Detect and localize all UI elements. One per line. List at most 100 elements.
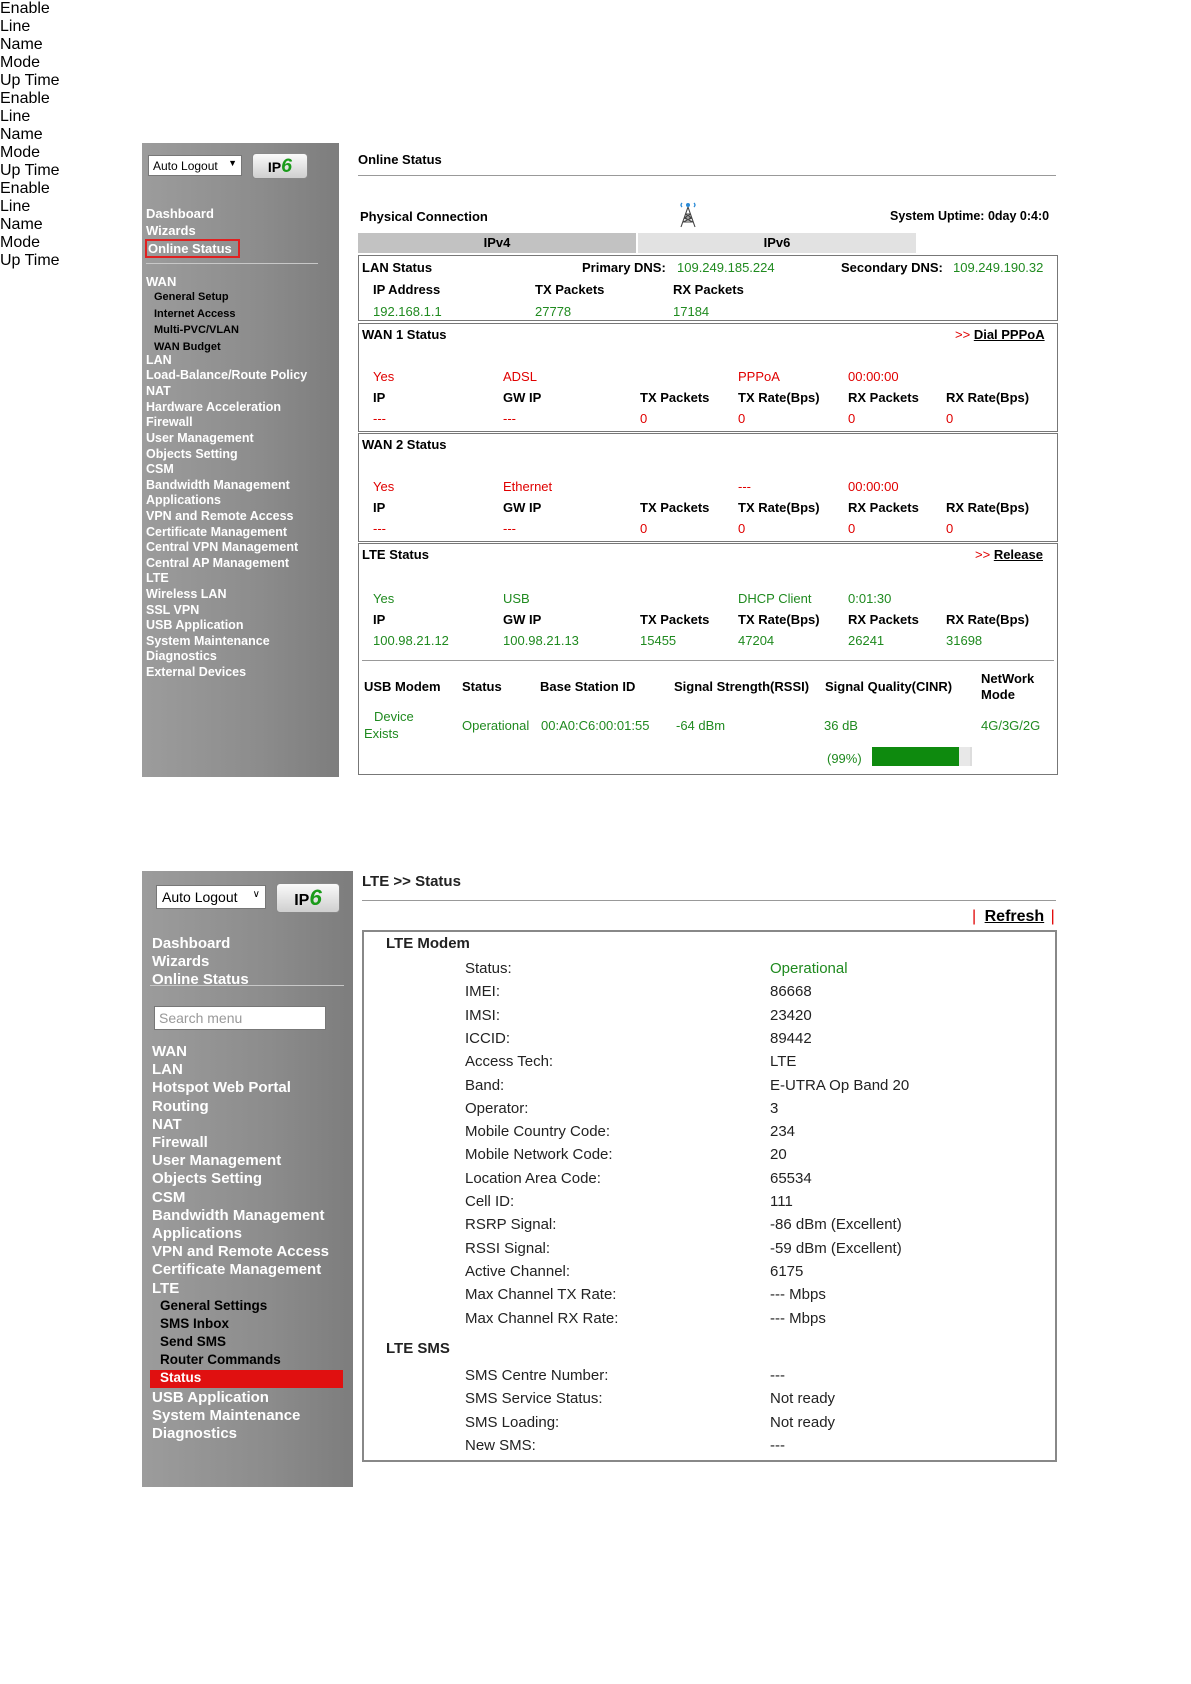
- modem-row-value: 6175: [770, 1262, 804, 1280]
- wan2-value-enable: Yes: [373, 479, 395, 494]
- menu-usb-application[interactable]: USB Application: [152, 1389, 269, 1406]
- menu-wan-multi-pvc[interactable]: Multi-PVC/VLAN: [154, 324, 239, 336]
- menu-central-ap-management[interactable]: Central AP Management: [146, 556, 289, 570]
- menu-lan[interactable]: LAN: [146, 353, 172, 367]
- lte-action-label: Release: [993, 547, 1043, 562]
- menu-hardware-acceleration[interactable]: Hardware Acceleration: [146, 400, 281, 414]
- wan1-value-gw-ip: ---: [503, 411, 516, 426]
- menu-bandwidth-management[interactable]: Bandwidth Management: [146, 478, 290, 492]
- menu-wan-general-setup[interactable]: General Setup: [154, 291, 229, 303]
- lte-header-tx-packets: TX Packets: [640, 612, 710, 627]
- wan1-header-mode: Mode: [0, 54, 41, 71]
- tab-ipv6[interactable]: IPv6: [638, 233, 916, 253]
- menu-diagnostics[interactable]: Diagnostics: [146, 649, 217, 663]
- wan2-value-rx-rate-bps: 0: [946, 521, 954, 536]
- menu-bandwidth-management[interactable]: Bandwidth Management: [152, 1207, 325, 1224]
- menu-applications[interactable]: Applications: [152, 1225, 242, 1242]
- refresh-link[interactable]: | Refresh |: [972, 908, 1055, 926]
- menu-user-management[interactable]: User Management: [146, 431, 254, 445]
- menu-objects-setting[interactable]: Objects Setting: [146, 447, 238, 461]
- wan1-value-line: ADSL: [503, 369, 537, 384]
- auto-logout-label: Auto Logout: [153, 159, 218, 173]
- menu-usb-application[interactable]: USB Application: [146, 618, 243, 632]
- lte-release-link[interactable]: >> Release: [975, 547, 1043, 562]
- menu-lte-router-commands[interactable]: Router Commands: [160, 1352, 281, 1367]
- auto-logout-select[interactable]: Auto Logout ∨: [156, 885, 266, 909]
- menu-firewall[interactable]: Firewall: [146, 415, 193, 429]
- wan1-value-up-time: 00:00:00: [848, 369, 899, 384]
- wan1-value-rx-packets: 0: [848, 411, 856, 426]
- menu-user-management[interactable]: User Management: [152, 1152, 281, 1169]
- menu-lte[interactable]: LTE: [152, 1280, 179, 1297]
- lan-rx-value: 17184: [673, 304, 710, 319]
- menu-wizards[interactable]: Wizards: [152, 953, 209, 970]
- wan1-header-up-time: Up Time: [0, 72, 60, 89]
- search-menu-placeholder: Search menu: [159, 1010, 243, 1026]
- menu-load-balance-route-policy[interactable]: Load-Balance/Route Policy: [146, 368, 307, 382]
- wan2-header-gw-ip: GW IP: [503, 500, 542, 515]
- menu-wireless-lan[interactable]: Wireless LAN: [146, 587, 226, 601]
- menu-lte-general-settings[interactable]: General Settings: [160, 1298, 267, 1313]
- sidebar-divider: [146, 263, 318, 264]
- signal-percent-text: (99%): [827, 751, 862, 766]
- menu-lan[interactable]: LAN: [152, 1061, 183, 1078]
- menu-wan[interactable]: WAN: [146, 274, 176, 289]
- signal-level-bar: [872, 747, 972, 766]
- menu-firewall[interactable]: Firewall: [152, 1134, 208, 1151]
- menu-nat[interactable]: NAT: [146, 384, 171, 398]
- lte-value-tx-rate-bps: 47204: [738, 633, 775, 648]
- modem-row-value: -59 dBm (Excellent): [770, 1239, 902, 1257]
- lte-value-enable: Yes: [373, 591, 395, 606]
- menu-vpn-and-remote-access[interactable]: VPN and Remote Access: [152, 1243, 329, 1260]
- wan2-value-tx-packets: 0: [640, 521, 648, 536]
- menu-routing[interactable]: Routing: [152, 1098, 209, 1115]
- menu-ssl-vpn[interactable]: SSL VPN: [146, 603, 199, 617]
- menu-wan-budget[interactable]: WAN Budget: [154, 341, 221, 353]
- modem-row-label: Band:: [465, 1076, 505, 1094]
- wan1-dial-link[interactable]: >> Dial PPPoA: [955, 327, 1045, 342]
- menu-diagnostics[interactable]: Diagnostics: [152, 1425, 237, 1442]
- wan2-header-rx-rate-bps: RX Rate(Bps): [946, 500, 1030, 515]
- menu-objects-setting[interactable]: Objects Setting: [152, 1170, 262, 1187]
- wan2-value-line: Ethernet: [503, 479, 553, 494]
- menu-lte[interactable]: LTE: [146, 571, 169, 585]
- menu-online-status[interactable]: Online Status: [145, 239, 240, 258]
- modem-status-value: Operational: [462, 718, 530, 733]
- menu-wan-internet-access[interactable]: Internet Access: [154, 308, 236, 320]
- modem-row-value: 23420: [770, 1006, 812, 1024]
- menu-lte-send-sms[interactable]: Send SMS: [160, 1334, 226, 1349]
- wan1-value-mode: PPPoA: [738, 369, 780, 384]
- menu-applications[interactable]: Applications: [146, 493, 221, 507]
- refresh-label: Refresh: [984, 908, 1045, 925]
- wan2-status-title: WAN 2 Status: [362, 437, 447, 452]
- menu-certificate-management[interactable]: Certificate Management: [146, 525, 287, 539]
- menu-external-devices[interactable]: External Devices: [146, 665, 246, 679]
- tab-ipv4[interactable]: IPv4: [358, 233, 636, 253]
- menu-system-maintenance[interactable]: System Maintenance: [152, 1407, 300, 1424]
- menu-dashboard[interactable]: Dashboard: [146, 206, 214, 221]
- menu-system-maintenance[interactable]: System Maintenance: [146, 634, 270, 648]
- page-title: LTE >> Status: [362, 873, 461, 890]
- secondary-dns-value: 109.249.190.32: [953, 260, 1044, 275]
- menu-csm[interactable]: CSM: [146, 462, 174, 476]
- menu-certificate-management[interactable]: Certificate Management: [152, 1261, 321, 1278]
- sidebar: Auto Logout ▼ IP6 Dashboard Wizards Onli…: [142, 143, 339, 777]
- menu-nat[interactable]: NAT: [152, 1116, 182, 1133]
- modem-row-value: 234: [770, 1123, 796, 1141]
- sms-row-label: SMS Service Status:: [465, 1390, 603, 1408]
- menu-vpn-and-remote-access[interactable]: VPN and Remote Access: [146, 509, 294, 523]
- modem-row-label: Operator:: [465, 1099, 529, 1117]
- modem-row-label: Status:: [465, 960, 512, 977]
- menu-hotspot-web-portal[interactable]: Hotspot Web Portal: [152, 1079, 291, 1096]
- menu-csm[interactable]: CSM: [152, 1189, 185, 1206]
- menu-dashboard[interactable]: Dashboard: [152, 935, 230, 952]
- modem-base-station-value: 00:A0:C6:00:01:55: [541, 718, 650, 733]
- auto-logout-select[interactable]: Auto Logout ▼: [148, 155, 242, 176]
- menu-lte-status[interactable]: Status: [150, 1369, 343, 1388]
- search-menu-input[interactable]: Search menu: [154, 1006, 326, 1030]
- menu-central-vpn-management[interactable]: Central VPN Management: [146, 540, 298, 554]
- menu-lte-sms-inbox[interactable]: SMS Inbox: [160, 1316, 229, 1331]
- lte-status-title: LTE Status: [362, 547, 429, 562]
- menu-wizards[interactable]: Wizards: [146, 223, 196, 238]
- menu-wan[interactable]: WAN: [152, 1043, 187, 1060]
